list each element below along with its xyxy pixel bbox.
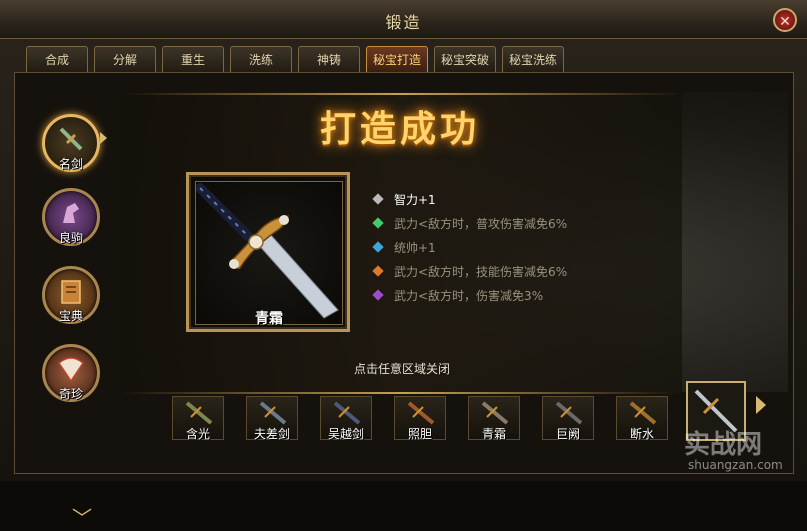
stat-line: 武力<敌方时，技能伤害减免6% xyxy=(372,264,634,288)
item-slot-label: 断水 xyxy=(629,427,654,441)
sidebar-item-horse[interactable]: 良驹 xyxy=(42,188,100,246)
item-slot[interactable]: 含光 xyxy=(172,396,224,441)
item-frame: 青霜 xyxy=(186,172,350,332)
divider xyxy=(122,93,682,95)
sidebar-item-label: 名剑 xyxy=(58,157,83,171)
item-slot[interactable]: 青霜 xyxy=(468,396,520,441)
active-pointer-icon xyxy=(100,132,107,144)
stat-text: 武力<敌方时，伤害减免3% xyxy=(394,289,544,303)
stat-line: 统帅+1 xyxy=(372,240,634,264)
category-sidebar: 名剑 良驹 宝典 奇珍 ﹀ xyxy=(14,72,124,530)
gem-icon xyxy=(372,193,384,205)
item-slot-label: 含光 xyxy=(185,427,210,441)
stat-line: 武力<敌方时，普攻伤害减免6% xyxy=(372,216,634,240)
sword-icon xyxy=(259,401,287,425)
stat-text: 统帅+1 xyxy=(394,241,436,255)
book-icon xyxy=(61,280,81,304)
sword-icon xyxy=(59,127,83,151)
sword-icon xyxy=(333,401,361,425)
horse-icon xyxy=(63,203,79,223)
tab-refine[interactable]: 洗练 xyxy=(230,46,292,72)
next-arrow-icon[interactable] xyxy=(756,396,766,414)
tab-divine-cast[interactable]: 神铸 xyxy=(298,46,360,72)
gem-icon xyxy=(372,241,384,253)
chevron-down-icon[interactable]: ﹀ xyxy=(72,502,92,531)
tab-rebirth[interactable]: 重生 xyxy=(162,46,224,72)
sword-icon xyxy=(407,401,435,425)
stat-list: 智力+1 武力<敌方时，普攻伤害减免6% 统帅+1 武力<敌方时，技能伤害减免6% 武力… xyxy=(372,192,634,312)
sidebar-item-curio[interactable]: 奇珍 xyxy=(42,344,100,402)
window-title: 锻造 xyxy=(385,13,422,32)
sidebar-item-label: 宝典 xyxy=(58,309,83,323)
watermark-logo: 实战网 xyxy=(684,430,763,460)
success-heading: 打造成功 xyxy=(319,108,480,150)
item-slot-label: 夫差剑 xyxy=(253,427,290,441)
sword-icon xyxy=(555,401,583,425)
title-bar: 锻造 ✕ xyxy=(0,0,807,39)
item-slot-label: 吴越剑 xyxy=(327,427,364,441)
item-strip: 含光夫差剑吴越剑照胆青霜巨阙断水时秋 xyxy=(128,396,748,446)
sword-icon xyxy=(185,401,213,425)
stat-text: 智力+1 xyxy=(394,193,436,207)
item-slot[interactable]: 断水 xyxy=(616,396,668,441)
sidebar-item-book[interactable]: 宝典 xyxy=(42,266,100,324)
forge-window: 锻造 ✕ 合成 分解 重生 洗练 神铸 秘宝打造 秘宝突破 秘宝洗练 名剑 良驹 xyxy=(0,0,807,530)
stat-line: 武力<敌方时，伤害减免3% xyxy=(372,288,634,312)
gem-icon xyxy=(372,217,384,229)
item-slot[interactable]: 照胆 xyxy=(394,396,446,441)
stat-text: 武力<敌方时，普攻伤害减免6% xyxy=(394,217,568,231)
stat-line: 智力+1 xyxy=(372,192,634,216)
item-slot-label: 青霜 xyxy=(481,427,506,441)
item-slot-label: 照胆 xyxy=(407,427,432,441)
item-image: 青霜 xyxy=(195,181,343,327)
sword-icon xyxy=(629,401,657,425)
item-slot[interactable]: 吴越剑 xyxy=(320,396,372,441)
sword-icon xyxy=(481,401,509,425)
divider xyxy=(122,392,682,394)
sword-qingshuang-icon xyxy=(195,183,339,319)
tab-treasure-forge[interactable]: 秘宝打造 xyxy=(366,46,428,72)
item-slot[interactable]: 夫差剑 xyxy=(246,396,298,441)
tab-synthesize[interactable]: 合成 xyxy=(26,46,88,72)
tab-treasure-breakthrough[interactable]: 秘宝突破 xyxy=(434,46,496,72)
gem-icon xyxy=(372,265,384,277)
stat-text: 武力<敌方时，技能伤害减免6% xyxy=(394,265,568,279)
sidebar-item-sword[interactable]: 名剑 xyxy=(42,114,100,172)
gem-icon xyxy=(372,289,384,301)
item-slot-label: 巨阙 xyxy=(555,427,580,441)
feather-fan-icon xyxy=(58,357,84,383)
item-slot[interactable]: 巨阙 xyxy=(542,396,594,441)
watermark-url: shuangzan.com xyxy=(688,458,783,472)
tab-treasure-refine[interactable]: 秘宝洗练 xyxy=(502,46,564,72)
sidebar-item-label: 奇珍 xyxy=(58,387,83,401)
tab-decompose[interactable]: 分解 xyxy=(94,46,156,72)
item-name: 青霜 xyxy=(255,311,283,327)
close-hint[interactable]: 点击任意区域关闭 xyxy=(128,360,676,377)
sidebar-item-label: 良驹 xyxy=(58,231,83,245)
close-button[interactable]: ✕ xyxy=(773,8,797,32)
